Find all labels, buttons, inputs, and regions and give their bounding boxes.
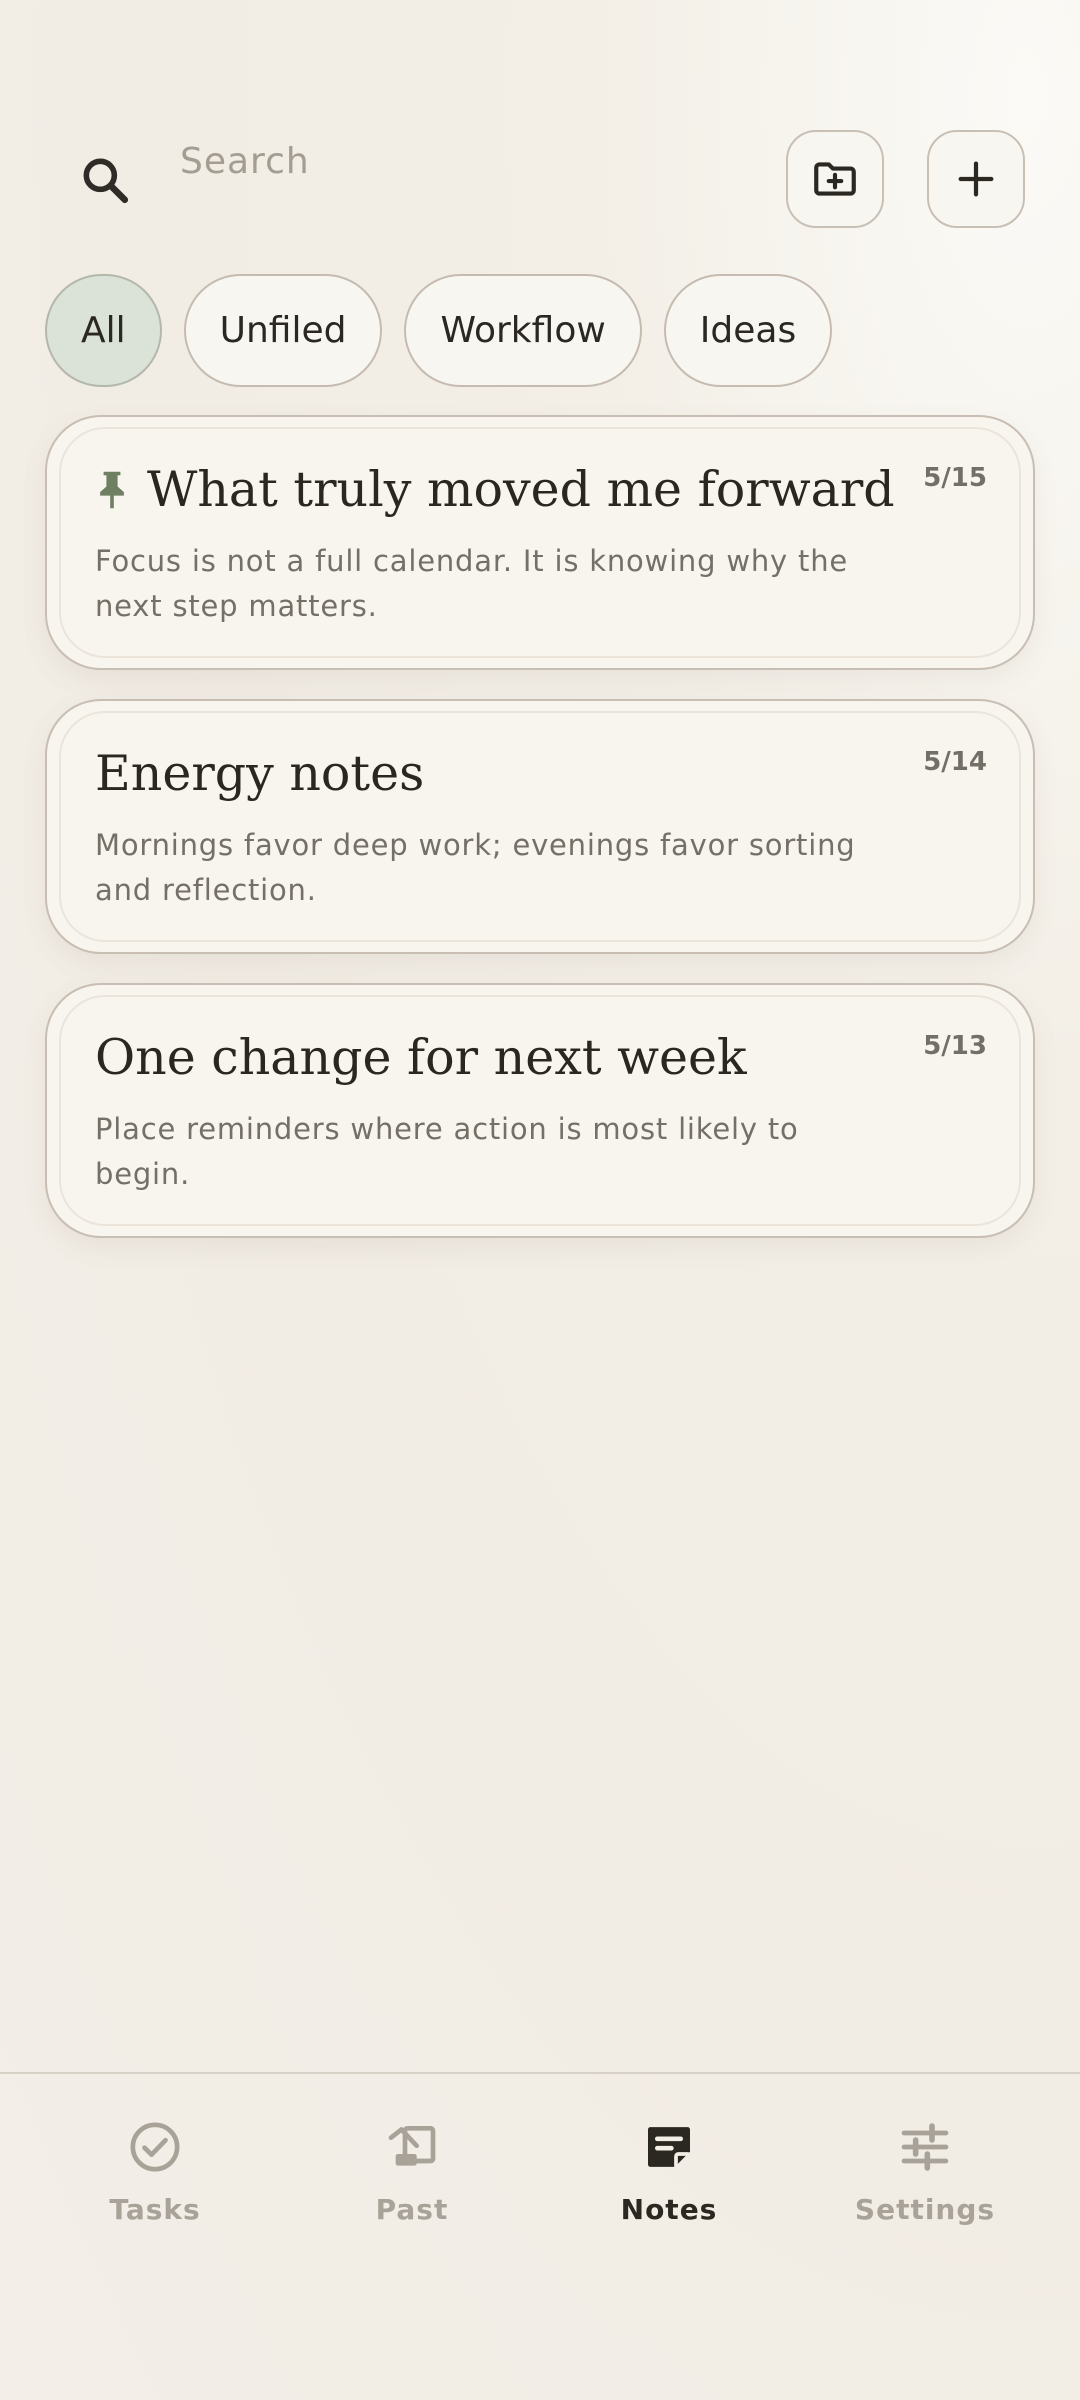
- nav-notes[interactable]: Notes: [549, 2117, 789, 2247]
- note-title-text: One change for next week: [95, 1029, 747, 1086]
- past-icon: [382, 2117, 442, 2177]
- note-date: 5/14: [923, 747, 987, 777]
- notes-icon: [639, 2117, 699, 2177]
- filter-chips: All Unfiled Workflow Ideas: [45, 274, 833, 387]
- note-preview: Place reminders where action is most lik…: [95, 1112, 799, 1191]
- note-title: What truly moved me forward: [95, 461, 935, 518]
- note-card[interactable]: What truly moved me forward 5/15 Focus i…: [45, 415, 1035, 670]
- sliders-icon: [895, 2117, 955, 2177]
- note-date: 5/15: [923, 463, 987, 493]
- nav-label-past: Past: [375, 2193, 449, 2226]
- chip-workflow[interactable]: Workflow: [404, 274, 642, 387]
- nav-settings[interactable]: Settings: [805, 2117, 1045, 2247]
- note-card[interactable]: One change for next week 5/13 Place remi…: [45, 983, 1035, 1238]
- search-input[interactable]: [180, 130, 740, 192]
- nav-label-settings: Settings: [854, 2193, 996, 2226]
- nav-label-tasks: Tasks: [109, 2193, 201, 2226]
- note-title: Energy notes: [95, 745, 935, 802]
- add-note-button[interactable]: [927, 130, 1025, 228]
- chip-all[interactable]: All: [45, 274, 162, 387]
- note-date: 5/13: [923, 1031, 987, 1061]
- bottom-nav: Tasks Past Notes Settings: [0, 2072, 1080, 2274]
- check-circle-icon: [125, 2117, 185, 2177]
- new-folder-button[interactable]: [786, 130, 884, 228]
- note-title: One change for next week: [95, 1029, 935, 1086]
- pin-icon: [95, 469, 129, 511]
- plus-icon: [958, 161, 994, 197]
- nav-label-notes: Notes: [620, 2193, 718, 2226]
- chip-unfiled[interactable]: Unfiled: [183, 274, 383, 387]
- note-title-text: Energy notes: [95, 745, 425, 802]
- nav-tasks[interactable]: Tasks: [35, 2117, 275, 2247]
- search-icon[interactable]: [70, 145, 140, 215]
- note-preview: Mornings favor deep work; evenings favor…: [95, 828, 856, 907]
- chip-ideas[interactable]: Ideas: [663, 274, 833, 387]
- note-preview: Focus is not a full calendar. It is know…: [95, 544, 849, 623]
- folder-plus-icon: [814, 162, 856, 196]
- note-title-text: What truly moved me forward: [147, 461, 895, 518]
- nav-past[interactable]: Past: [292, 2117, 532, 2247]
- note-card[interactable]: Energy notes 5/14 Mornings favor deep wo…: [45, 699, 1035, 954]
